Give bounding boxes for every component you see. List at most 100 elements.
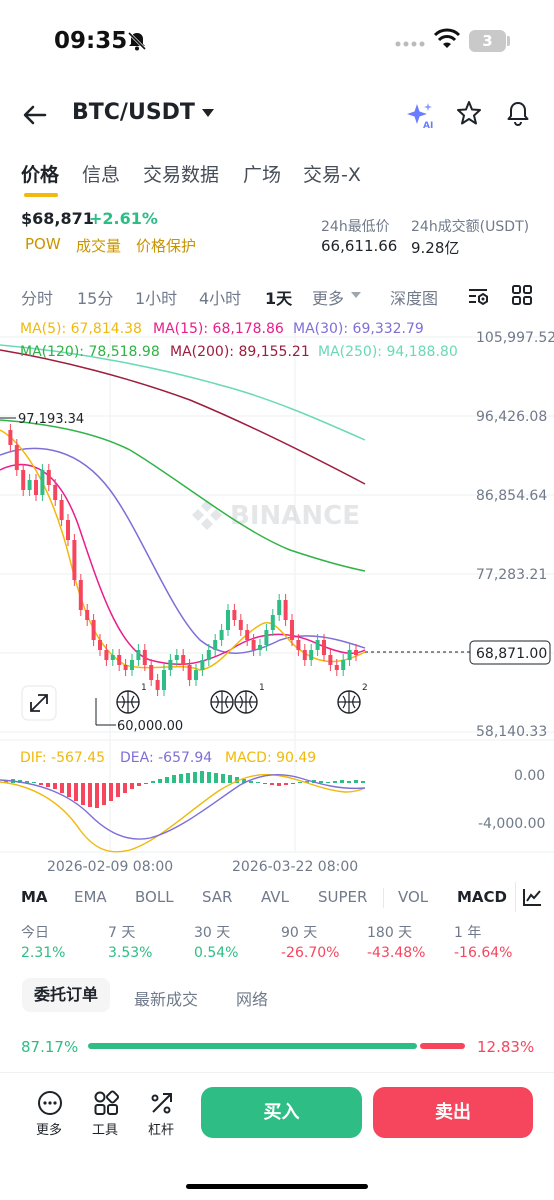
candle xyxy=(219,630,224,640)
indicator-ma[interactable]: MA xyxy=(21,888,48,906)
status-bar: 09:35 3 xyxy=(0,0,554,80)
interval-more[interactable]: 更多 xyxy=(312,285,344,309)
macd-bar xyxy=(123,783,127,793)
macd-bar xyxy=(347,781,351,783)
event-badge-2[interactable]: 1 xyxy=(210,683,265,714)
candle xyxy=(27,480,32,490)
event-badge-1[interactable]: 1 xyxy=(116,683,147,714)
volume-24h-label: 24h成交额(USDT) xyxy=(411,219,530,235)
indicator-avl[interactable]: AVL xyxy=(261,888,289,906)
favorite-star-icon[interactable] xyxy=(456,100,482,126)
y-tick: 58,140.33 xyxy=(476,724,547,740)
macd-bar xyxy=(172,775,176,783)
tab-square[interactable]: 广场 xyxy=(243,160,281,187)
candle xyxy=(53,485,58,500)
macd-bar xyxy=(158,779,162,783)
interval-1h[interactable]: 1小时 xyxy=(135,285,177,309)
buy-ratio-bar xyxy=(88,1043,417,1049)
tab-active-indicator xyxy=(24,193,58,197)
ma250-legend: MA(250): 94,188.80 xyxy=(318,344,458,360)
macd-bar xyxy=(277,783,281,786)
event-badge-3[interactable]: 2 xyxy=(337,683,368,714)
kline-chart[interactable]: BINANCE 97,193.34 60,000.00 68,871.00 10… xyxy=(0,312,554,882)
x-tick: 2026-03-22 08:00 xyxy=(232,859,358,875)
leverage-label[interactable]: 杠杆 xyxy=(148,1119,174,1138)
tools-label[interactable]: 工具 xyxy=(92,1119,118,1138)
tab-recent-trades[interactable]: 最新成交 xyxy=(134,986,198,1010)
buy-button[interactable]: 买入 xyxy=(201,1087,362,1138)
tag-volume[interactable]: 成交量 xyxy=(76,235,121,256)
indicator-macd[interactable]: MACD xyxy=(457,888,507,906)
macd-bar xyxy=(116,783,120,797)
tag-pow[interactable]: POW xyxy=(25,235,61,253)
tab-network[interactable]: 网络 xyxy=(236,986,268,1010)
candle xyxy=(59,500,64,520)
chart-settings-icon[interactable] xyxy=(466,284,490,308)
candle xyxy=(85,610,90,620)
leverage-icon[interactable] xyxy=(149,1090,175,1116)
candle xyxy=(142,650,147,665)
candle xyxy=(155,680,160,690)
candle xyxy=(72,540,77,580)
macd-bar xyxy=(361,781,365,783)
layout-grid-icon[interactable] xyxy=(511,284,533,306)
macd-bar xyxy=(109,783,113,801)
tab-price[interactable]: 价格 xyxy=(21,160,59,187)
back-arrow-icon[interactable] xyxy=(20,100,50,130)
interval-depth[interactable]: 深度图 xyxy=(390,285,438,309)
interval-time[interactable]: 分时 xyxy=(21,285,53,309)
buy-ratio-label: 87.17% xyxy=(21,1038,79,1056)
candle xyxy=(232,610,237,620)
macd-bar xyxy=(207,772,211,783)
macd-bar xyxy=(144,783,148,784)
svg-text:AI: AI xyxy=(423,121,433,130)
candles xyxy=(8,424,358,696)
last-price: $68,871 xyxy=(21,209,94,228)
candle xyxy=(277,600,282,615)
fullscreen-button[interactable] xyxy=(21,685,57,721)
macd-bar xyxy=(67,783,71,797)
grid xyxy=(0,320,554,853)
interval-15m[interactable]: 15分 xyxy=(77,285,113,309)
perf-value-7d: 3.53% xyxy=(108,945,153,961)
indicator-ema[interactable]: EMA xyxy=(74,888,107,906)
tab-order-book[interactable]: 委托订单 xyxy=(22,978,110,1012)
pair-title[interactable]: BTC/USDT xyxy=(72,100,195,125)
more-caret-icon[interactable] xyxy=(350,291,362,299)
tab-trading-data[interactable]: 交易数据 xyxy=(143,160,219,187)
sell-button[interactable]: 卖出 xyxy=(373,1087,533,1138)
perf-label-90d: 90 天 xyxy=(281,925,318,941)
candle xyxy=(162,670,166,690)
dif-legend: DIF: -567.45 xyxy=(20,750,105,766)
bottom-divider xyxy=(0,1072,554,1073)
tab-trade-x[interactable]: 交易-X xyxy=(303,160,361,187)
candle xyxy=(334,665,339,670)
indicator-sar[interactable]: SAR xyxy=(202,888,232,906)
more-label[interactable]: 更多 xyxy=(36,1119,62,1138)
macd-bar xyxy=(165,777,169,783)
candle xyxy=(238,620,243,630)
caret-down-icon[interactable] xyxy=(201,108,215,118)
interval-4h[interactable]: 4小时 xyxy=(199,285,241,309)
indicator-super[interactable]: SUPER xyxy=(318,888,367,906)
interval-1d[interactable]: 1天 xyxy=(265,285,292,309)
candle xyxy=(130,660,134,670)
ai-sparkle-icon[interactable]: AI xyxy=(405,100,435,130)
binance-watermark: BINANCE xyxy=(192,500,360,531)
macd-bar xyxy=(354,780,358,783)
perf-label-30d: 30 天 xyxy=(194,925,231,941)
notification-bell-icon[interactable] xyxy=(504,99,532,127)
tag-price-protection[interactable]: 价格保护 xyxy=(136,235,196,256)
tools-icon[interactable] xyxy=(93,1090,119,1116)
tab-info[interactable]: 信息 xyxy=(82,160,120,187)
perf-value-1y: -16.64% xyxy=(454,945,513,961)
svg-text:1: 1 xyxy=(259,683,265,693)
candle xyxy=(21,470,26,490)
indicator-chart-icon[interactable] xyxy=(521,886,543,908)
indicator-vol[interactable]: VOL xyxy=(398,888,428,906)
macd-bar xyxy=(340,780,344,783)
svg-text:1: 1 xyxy=(141,683,147,693)
sell-ratio-bar xyxy=(420,1043,465,1049)
more-icon[interactable] xyxy=(37,1090,63,1116)
indicator-boll[interactable]: BOLL xyxy=(135,888,174,906)
